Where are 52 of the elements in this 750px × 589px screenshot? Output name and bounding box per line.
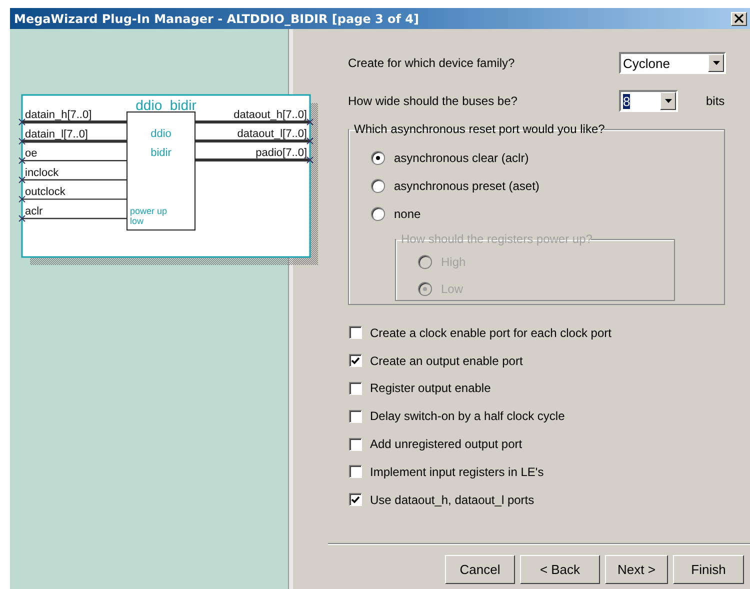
- wizard-button[interactable]: < Back: [520, 554, 600, 584]
- close-button[interactable]: [731, 12, 747, 26]
- port-label: datain_h[7..0]: [25, 109, 92, 121]
- window-title: MegaWizard Plug-In Manager - ALTDDIO_BIDIR [page 3 of 4]: [14, 12, 420, 26]
- bus-width-dropdown[interactable]: 8: [619, 90, 678, 112]
- radio-button[interactable]: [371, 179, 385, 193]
- device-family-label: Create for which device family?: [348, 56, 516, 70]
- block-label: ddio: [150, 128, 172, 140]
- checkbox[interactable]: [349, 493, 362, 506]
- block-label: bidir: [150, 147, 172, 159]
- port-label: dataout_l[7..0]: [237, 128, 307, 140]
- checkbox-option[interactable]: Implement input registers in LE's: [349, 458, 744, 486]
- power-up-note: low: [130, 216, 144, 226]
- dropdown-arrow-icon: [712, 61, 720, 65]
- checkbox[interactable]: [349, 354, 362, 368]
- device-family-dropdown[interactable]: Cyclone: [619, 52, 726, 74]
- checkbox[interactable]: [349, 382, 362, 395]
- bus-width-label: How wide should the buses be?: [348, 94, 518, 108]
- dropdown-arrow-icon: [664, 99, 672, 103]
- wizard-button[interactable]: Finish: [673, 554, 744, 584]
- radio-button[interactable]: [371, 207, 385, 221]
- port-label: outclock: [25, 186, 66, 198]
- port-label: padio[7..0]: [256, 147, 307, 159]
- group-title: How should the registers power up?: [400, 232, 594, 246]
- radio-button[interactable]: [371, 151, 385, 165]
- checkbox-option[interactable]: Create a clock enable port for each clock port: [349, 319, 744, 347]
- checkbox-option[interactable]: Use dataout_h, dataout_l ports: [349, 486, 744, 514]
- checkmark-icon: [351, 356, 360, 365]
- checkbox[interactable]: [349, 465, 362, 478]
- checkmark-icon: [351, 496, 360, 504]
- wizard-button[interactable]: Cancel: [445, 554, 515, 584]
- group-title: Which asynchronous reset port would you like?: [353, 122, 606, 136]
- checkbox-option[interactable]: Create an output enable port: [349, 346, 744, 375]
- checkbox[interactable]: [349, 410, 362, 423]
- close-icon: [734, 14, 744, 23]
- port-label: aclr: [25, 206, 43, 218]
- symbol-name: ddio_bidir: [136, 97, 196, 113]
- radio-option[interactable]: asynchronous preset (aset): [371, 172, 724, 200]
- checkbox[interactable]: [349, 438, 362, 451]
- wizard-button[interactable]: Next >: [605, 554, 668, 584]
- port-label: datain_l[7..0]: [25, 128, 88, 140]
- power-up-note: power up: [130, 206, 168, 216]
- port-label: inclock: [25, 166, 59, 179]
- port-label: dataout_h[7..0]: [234, 109, 307, 121]
- checkbox-option[interactable]: Add unregistered output port: [349, 430, 744, 458]
- checkbox-option[interactable]: Register output enable: [349, 374, 744, 402]
- checkbox-option[interactable]: Delay switch-on by a half clock cycle: [349, 402, 744, 430]
- radio-option[interactable]: none: [371, 200, 724, 228]
- checkbox[interactable]: [349, 326, 362, 340]
- port-label: oe: [25, 148, 38, 160]
- radio-option[interactable]: asynchronous clear (aclr): [371, 144, 724, 172]
- bits-label: bits: [706, 94, 725, 108]
